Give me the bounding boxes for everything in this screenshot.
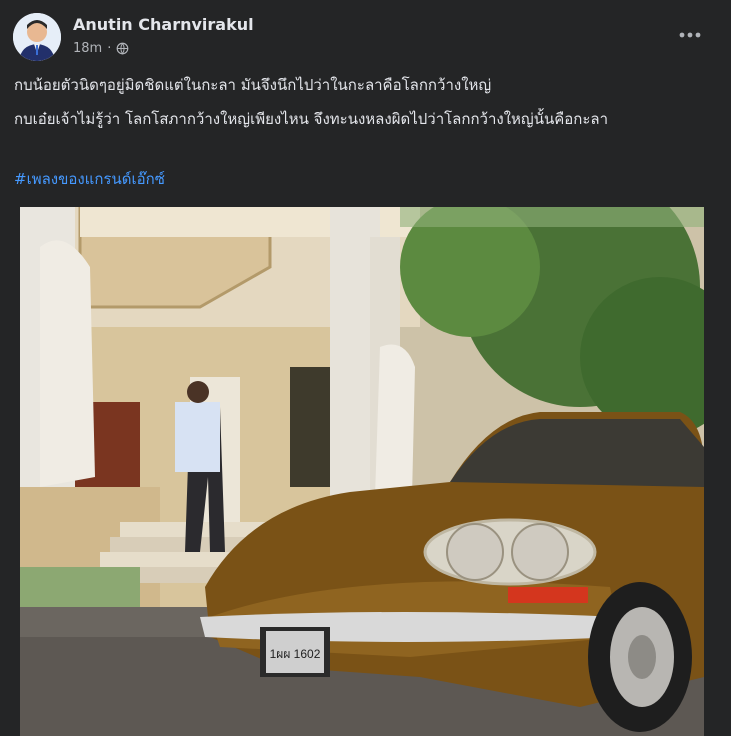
globe-icon xyxy=(116,42,129,55)
license-plate: 1ผผ 1602 xyxy=(270,647,321,661)
photo-car-and-house: 1ผผ 1602 xyxy=(20,207,704,736)
post-photo[interactable]: 1ผผ 1602 xyxy=(20,207,704,736)
hashtag-link[interactable]: #เพลงของแกรนด์เอ๊กซ์ xyxy=(14,167,165,191)
avatar-portrait xyxy=(13,13,61,61)
post-text-line-1: กบน้อยตัวนิดๆอยู่มิดชิดแต่ในกะลา มันจึงน… xyxy=(14,76,492,94)
more-dots-icon xyxy=(679,32,701,38)
post-time[interactable]: 18m xyxy=(73,41,102,56)
post-text-line-2: กบเอ๋ยเจ้าไม่รู้ว่า โลกโสภากว้างใหญ่เพีย… xyxy=(14,110,609,128)
author-avatar[interactable] xyxy=(13,13,61,61)
post-header: Anutin Charnvirakul 18m · xyxy=(0,0,731,70)
facebook-post: Anutin Charnvirakul 18m · กบน้อยตัวนิดๆอ… xyxy=(0,0,731,736)
more-options-button[interactable] xyxy=(677,22,703,48)
author-name[interactable]: Anutin Charnvirakul xyxy=(73,15,254,34)
post-meta: 18m · xyxy=(73,41,129,56)
